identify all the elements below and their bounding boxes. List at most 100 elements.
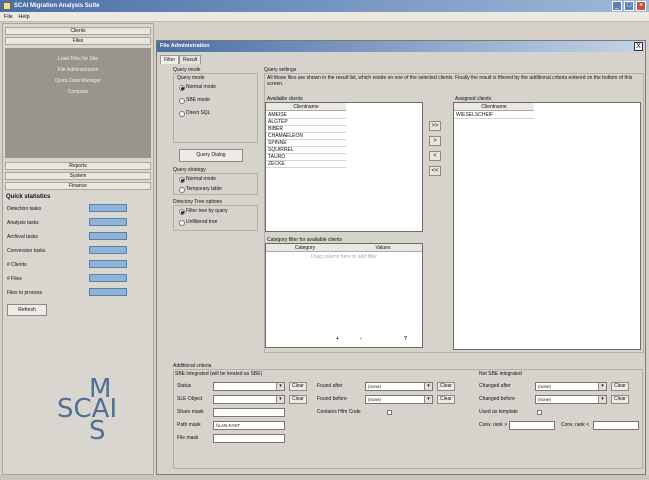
- sle-object-select[interactable]: ▾: [213, 395, 285, 404]
- nav-system-button[interactable]: System: [5, 172, 151, 180]
- tab-result[interactable]: Result: [179, 55, 202, 64]
- tab-filter[interactable]: Filter: [160, 55, 180, 64]
- list-item[interactable]: WIESELSCHEIF: [454, 112, 534, 119]
- file-mask-field[interactable]: [213, 434, 285, 443]
- conv-rank-to-field[interactable]: [593, 421, 639, 430]
- refresh-button[interactable]: Refresh: [7, 304, 47, 316]
- used-as-template-label: Used as template: [479, 409, 518, 415]
- found-before-value: (none): [368, 397, 382, 402]
- changed-before-select[interactable]: (none) ▾: [535, 395, 607, 404]
- nav-finance-button[interactable]: Finance: [5, 182, 151, 190]
- stat-bar: [89, 246, 127, 254]
- unfiltered-tree-radio[interactable]: Unfiltered tree: [179, 219, 217, 226]
- status-clear-button[interactable]: Clear: [289, 382, 307, 391]
- changed-after-select[interactable]: (none) ▾: [535, 382, 607, 391]
- temporary-table-radio[interactable]: Temporary table: [179, 186, 222, 193]
- scai-logo: M SCAI S: [57, 374, 118, 446]
- stat-bar: [89, 274, 127, 282]
- not-sbe-integrated-title: Not SBE integrated: [479, 371, 522, 377]
- list-item[interactable]: ALGTEP: [266, 119, 346, 126]
- stat-label: # Files: [7, 276, 22, 282]
- chevron-down-icon: ▾: [424, 396, 432, 403]
- conv-rank-from-label: Conv. rank >: [479, 422, 508, 428]
- left-navigation: Clients Files Load Files for Site File A…: [2, 23, 154, 475]
- unassign-all-button[interactable]: <<: [429, 166, 441, 176]
- menu-bar: File Help: [0, 12, 649, 22]
- assign-all-button[interactable]: >>: [429, 121, 441, 131]
- found-after-select[interactable]: (none) ▾: [365, 382, 433, 391]
- conv-rank-from-field[interactable]: [509, 421, 555, 430]
- app-title: SCAI Migration Analysis Suite: [14, 3, 100, 9]
- nav-reports-button[interactable]: Reports: [5, 162, 151, 170]
- normal-strategy-radio[interactable]: Normal mode: [179, 176, 216, 183]
- unassign-button[interactable]: <: [429, 151, 441, 161]
- used-as-template-checkbox[interactable]: [537, 410, 542, 415]
- found-before-select[interactable]: (none) ▾: [365, 395, 433, 404]
- help-icon[interactable]: ?: [404, 336, 407, 342]
- nav-clients-button[interactable]: Clients: [5, 27, 151, 35]
- sle-object-clear-button[interactable]: Clear: [289, 395, 307, 404]
- menu-help[interactable]: Help: [18, 12, 29, 22]
- add-row-icon[interactable]: +: [336, 336, 339, 342]
- grid-placeholder: Drag column here to add filter: [311, 254, 377, 260]
- menu-file[interactable]: File: [4, 12, 13, 22]
- sle-object-label: SLE Object: [177, 396, 203, 402]
- available-clients-list[interactable]: Clientname AMEISE ALGTEP BIBER CHAMAELEO…: [265, 102, 423, 232]
- share-mask-field[interactable]: [213, 408, 285, 417]
- stat-label: Detection tasks: [7, 206, 42, 212]
- sbe-mode-radio[interactable]: SBE mode: [179, 97, 210, 104]
- category-filter-grid[interactable]: Category Values Drag column here to add …: [265, 243, 423, 348]
- stat-label: Files to process: [7, 290, 43, 296]
- column-header[interactable]: Values: [344, 244, 422, 252]
- app-icon: [3, 2, 11, 10]
- minimize-icon[interactable]: _: [612, 1, 622, 11]
- changed-after-value: (none): [538, 384, 552, 389]
- close-icon[interactable]: ×: [636, 1, 646, 11]
- nav-link-quick-data-manager[interactable]: Quick Data Manager: [5, 78, 151, 84]
- stat-bar: [89, 204, 127, 212]
- found-after-clear-button[interactable]: Clear: [437, 382, 455, 391]
- list-item[interactable]: SPINNE: [266, 140, 346, 147]
- query-dialog-button[interactable]: Query Dialog: [179, 149, 243, 162]
- nav-link-compare[interactable]: Compare: [5, 89, 151, 95]
- column-header[interactable]: Category: [266, 244, 344, 252]
- changed-after-clear-button[interactable]: Clear: [611, 382, 629, 391]
- file-administration-window: File Administration X Filter Result Quer…: [156, 40, 646, 475]
- list-item[interactable]: CHAMAELEON: [266, 133, 346, 140]
- changed-before-clear-button[interactable]: Clear: [611, 395, 629, 404]
- files-nav-panel: Load Files for Site File Administration …: [5, 48, 151, 158]
- list-item[interactable]: TAURO: [266, 154, 346, 161]
- close-icon[interactable]: X: [634, 42, 643, 51]
- stat-label: # Clients: [7, 262, 27, 268]
- filter-tree-radio[interactable]: Filter tree by query: [179, 208, 228, 215]
- maximize-icon[interactable]: □: [624, 1, 634, 11]
- status-label: Status: [177, 383, 192, 389]
- nav-link-load-files[interactable]: Load Files for Site: [5, 56, 151, 62]
- path-mask-field[interactable]: \\LAN-FAST: [213, 421, 285, 430]
- status-select[interactable]: ▾: [213, 382, 285, 391]
- nav-files-button[interactable]: Files: [5, 37, 151, 45]
- assign-button[interactable]: >: [429, 136, 441, 146]
- changed-before-label: Changed before: [479, 396, 515, 402]
- list-item[interactable]: SQUIRREL: [266, 147, 346, 154]
- list-item[interactable]: ZECKE: [266, 161, 346, 168]
- sbe-integrated-title: SBE integrated (will be treated as SBE): [175, 371, 263, 377]
- found-before-clear-button[interactable]: Clear: [437, 395, 455, 404]
- remove-row-icon[interactable]: -: [360, 336, 362, 342]
- nav-link-file-administration[interactable]: File Administration: [5, 67, 151, 73]
- stat-bar: [89, 232, 127, 240]
- conv-rank-to-label: Conv. rank <: [561, 422, 590, 428]
- stat-bar: [89, 218, 127, 226]
- column-header[interactable]: Clientname: [454, 103, 534, 111]
- normal-mode-radio[interactable]: Normal mode: [179, 84, 216, 91]
- chevron-down-icon: ▾: [276, 383, 284, 390]
- list-item[interactable]: AMEISE: [266, 112, 346, 119]
- query-mode-subtitle: Query mode: [177, 75, 205, 81]
- window-title-bar: SCAI Migration Analysis Suite: [0, 0, 649, 12]
- contains-hfm-code-checkbox[interactable]: [387, 410, 392, 415]
- stat-label: Analysis tasks: [7, 220, 39, 226]
- list-item[interactable]: BIBER: [266, 126, 346, 133]
- direct-sql-radio[interactable]: Direct SQL: [179, 110, 210, 117]
- assigned-clients-list[interactable]: Clientname WIESELSCHEIF: [453, 102, 641, 350]
- column-header[interactable]: Clientname: [266, 103, 346, 111]
